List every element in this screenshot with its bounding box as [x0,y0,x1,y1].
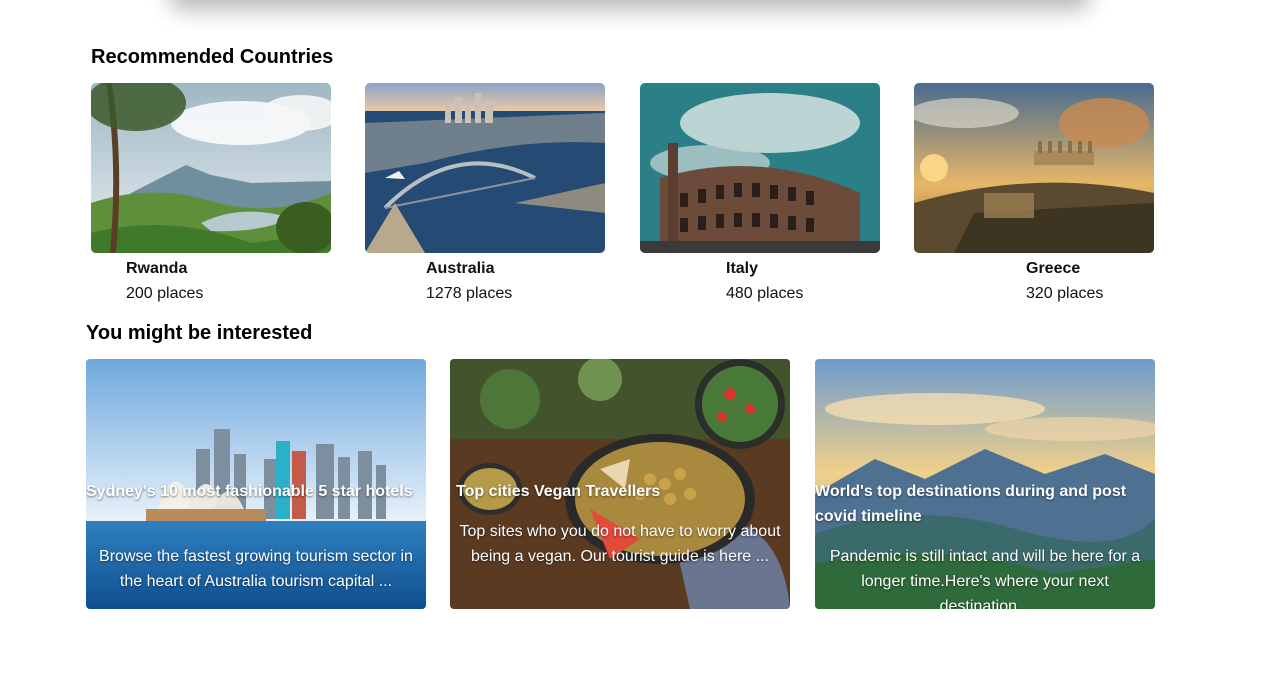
colosseum-image [640,83,880,253]
interest-card-description: Top sites who you do not have to worry a… [459,523,781,565]
interest-card-title[interactable]: World's top destinations during and post… [815,479,1155,529]
sydney-harbour-image [365,83,605,253]
interest-card-title[interactable]: Top cities Vegan Travellers [456,479,790,504]
rwanda-landscape-image [91,83,331,253]
country-places-count: 480 places [726,285,804,302]
country-card-australia[interactable] [365,83,605,253]
country-name[interactable]: Greece [1026,260,1080,278]
country-places-count: 320 places [1026,285,1104,302]
interest-card-sydney-hotels[interactable]: Sydney's 10 most fashionable 5 star hote… [86,359,426,609]
country-name[interactable]: Italy [726,260,758,278]
you-might-be-interested-heading: You might be interested [86,322,313,344]
country-name[interactable]: Australia [426,260,494,278]
interest-card-title[interactable]: Sydney's 10 most fashionable 5 star hote… [86,479,426,504]
country-places-count: 1278 places [426,285,513,302]
interest-card-description: Pandemic is still intact and will be her… [829,548,1141,609]
recommended-countries-heading: Recommended Countries [91,46,334,68]
acropolis-image [914,83,1154,253]
country-places-count: 200 places [126,285,204,302]
country-name[interactable]: Rwanda [126,260,187,278]
interest-card-vegan-travellers[interactable]: Top cities Vegan Travellers Top sites wh… [450,359,790,609]
country-card-italy[interactable] [640,83,880,253]
country-card-greece[interactable] [914,83,1154,253]
country-card-rwanda[interactable] [91,83,331,253]
interest-card-description: Browse the fastest growing tourism secto… [99,548,413,590]
interest-card-covid-destinations[interactable]: World's top destinations during and post… [815,359,1155,609]
